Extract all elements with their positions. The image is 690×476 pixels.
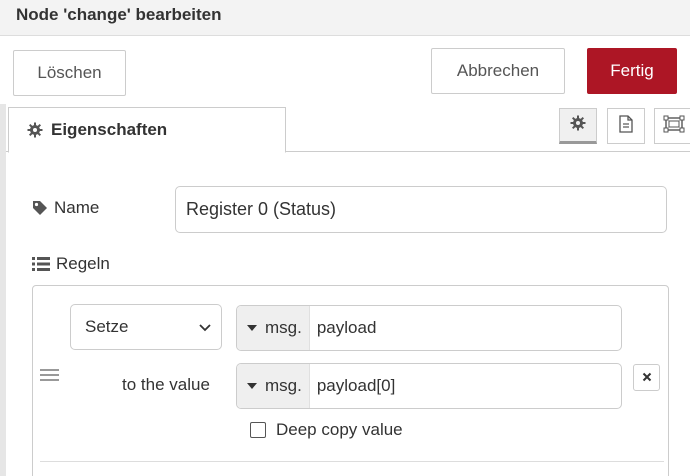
rule-action-value: Setze bbox=[85, 317, 129, 336]
close-icon bbox=[642, 369, 652, 387]
rule-target-input[interactable]: msg. payload bbox=[236, 305, 622, 351]
remove-rule-button[interactable] bbox=[633, 364, 660, 391]
target-value[interactable]: payload bbox=[310, 306, 377, 350]
tray-header: Node 'change' bearbeiten bbox=[0, 0, 690, 36]
drag-handle-icon[interactable] bbox=[40, 369, 59, 381]
page-title: Node 'change' bearbeiten bbox=[16, 5, 222, 24]
done-button[interactable]: Fertig bbox=[587, 48, 677, 94]
deep-copy-label: Deep copy value bbox=[276, 420, 403, 439]
to-value-label: to the value bbox=[122, 375, 210, 394]
description-tab-button[interactable] bbox=[607, 108, 645, 144]
delete-button[interactable]: Löschen bbox=[13, 50, 126, 96]
value-type-label: msg. bbox=[265, 376, 302, 395]
deep-copy-row: Deep copy value bbox=[250, 420, 403, 440]
target-type-label: msg. bbox=[265, 318, 302, 337]
tab-properties[interactable]: Eigenschaften bbox=[8, 107, 286, 153]
tab-label: Eigenschaften bbox=[51, 120, 168, 139]
gear-icon bbox=[570, 115, 586, 136]
tray-toolbar: Löschen Abbrechen Fertig bbox=[0, 36, 690, 104]
rules-label-row: Regeln bbox=[32, 254, 110, 274]
rule-divider bbox=[40, 461, 664, 462]
gear-icon bbox=[27, 122, 43, 138]
appearance-tab-button[interactable] bbox=[654, 108, 690, 144]
chevron-down-icon bbox=[199, 317, 211, 337]
tag-icon bbox=[32, 200, 48, 216]
deep-copy-checkbox[interactable] bbox=[250, 422, 266, 438]
rule-value-input[interactable]: msg. payload[0] bbox=[236, 363, 622, 409]
value-field[interactable]: payload[0] bbox=[310, 364, 395, 408]
cancel-button[interactable]: Abbrechen bbox=[431, 48, 565, 94]
name-label-row: Name bbox=[32, 198, 99, 218]
target-type-selector[interactable]: msg. bbox=[237, 306, 310, 350]
rule-action-select[interactable]: Setze bbox=[70, 304, 222, 350]
properties-tab-button[interactable] bbox=[559, 108, 597, 144]
caret-down-icon bbox=[247, 325, 257, 331]
caret-down-icon bbox=[247, 383, 257, 389]
name-label: Name bbox=[54, 198, 100, 217]
left-edge bbox=[0, 104, 6, 476]
rules-label: Regeln bbox=[56, 254, 110, 273]
frame-icon bbox=[663, 115, 685, 138]
value-type-selector[interactable]: msg. bbox=[237, 364, 310, 408]
list-icon bbox=[32, 257, 50, 271]
document-icon bbox=[618, 114, 634, 138]
name-input[interactable] bbox=[175, 186, 667, 233]
tabs-bar: Eigenschaften bbox=[6, 104, 690, 153]
